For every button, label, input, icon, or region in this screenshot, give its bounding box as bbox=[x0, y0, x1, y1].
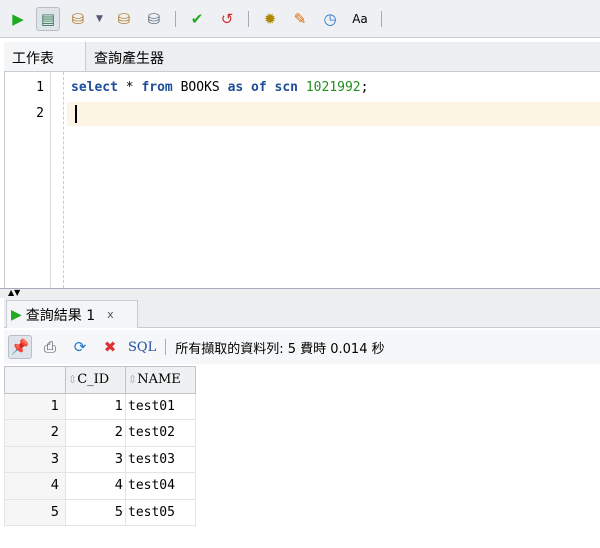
code-line: select * from BOOKS as of scn 1021992; bbox=[71, 80, 368, 95]
column-label: C_ID bbox=[77, 372, 110, 388]
row-number: 5 bbox=[4, 498, 66, 526]
column-header-c-id[interactable]: ⇳C_ID bbox=[65, 366, 126, 394]
fold-margin bbox=[63, 72, 64, 288]
fetch-status: 所有擷取的資料列: 5 費時 0.014 秒 bbox=[175, 341, 385, 357]
cell-name[interactable]: test05 bbox=[125, 498, 196, 526]
clear-icon[interactable]: ✎ bbox=[288, 7, 312, 31]
cell-c-id[interactable]: 1 bbox=[65, 392, 126, 420]
rollback-icon[interactable]: ↺ bbox=[215, 7, 239, 31]
column-label: NAME bbox=[137, 372, 181, 388]
sql-history-icon[interactable]: ✹ bbox=[258, 7, 282, 31]
cell-name[interactable]: test02 bbox=[125, 419, 196, 447]
grid-header: ⇳C_ID ⇳NAME bbox=[4, 366, 196, 394]
line-gutter: 1 2 bbox=[5, 72, 51, 288]
cancel-fetch-icon[interactable]: ✖ bbox=[98, 335, 122, 359]
row-number: 1 bbox=[4, 392, 66, 420]
sql-editor[interactable]: 1 2 select * from BOOKS as of scn 102199… bbox=[4, 72, 600, 288]
code-text: ; bbox=[360, 80, 369, 95]
keyword: select bbox=[71, 80, 118, 95]
row-number: 3 bbox=[4, 445, 66, 473]
cell-c-id[interactable]: 4 bbox=[65, 472, 126, 500]
result-tabs: ▶ 查詢結果 1 x bbox=[4, 298, 600, 328]
cell-name[interactable]: test04 bbox=[125, 472, 196, 500]
row-number: 2 bbox=[4, 419, 66, 447]
table-row[interactable]: 2 2 test02 bbox=[4, 419, 196, 447]
explain-plan-icon[interactable]: ⛁ bbox=[112, 7, 136, 31]
table-row[interactable]: 3 3 test03 bbox=[4, 445, 196, 473]
tab-worksheet[interactable]: 工作表 bbox=[4, 42, 86, 71]
code-text: * bbox=[117, 80, 142, 95]
current-line-highlight bbox=[67, 102, 600, 126]
pin-icon[interactable]: 📌 bbox=[8, 335, 32, 359]
column-header-name[interactable]: ⇳NAME bbox=[125, 366, 196, 394]
run-statement-icon[interactable]: ▶ bbox=[6, 7, 30, 31]
cell-name[interactable]: test03 bbox=[125, 445, 196, 473]
chevron-down-icon[interactable]: ▼ bbox=[96, 14, 106, 24]
sql-link[interactable]: SQL bbox=[128, 340, 156, 355]
number-literal: 1021992 bbox=[305, 80, 361, 95]
separator bbox=[248, 10, 249, 27]
autotrace-icon[interactable]: ⛁ bbox=[66, 7, 90, 31]
keyword: of bbox=[251, 80, 267, 95]
close-icon[interactable]: x bbox=[107, 308, 114, 321]
table-row[interactable]: 4 4 test04 bbox=[4, 472, 196, 500]
tab-query-builder[interactable]: 查詢產生器 bbox=[86, 42, 172, 71]
tab-query-result[interactable]: ▶ 查詢結果 1 x bbox=[6, 300, 138, 328]
splitter-handle[interactable]: ▲▼ bbox=[0, 288, 600, 298]
line-number: 2 bbox=[36, 106, 44, 121]
table-row[interactable]: 5 5 test05 bbox=[4, 498, 196, 526]
monitor-icon[interactable]: ◷ bbox=[318, 7, 342, 31]
keyword: from bbox=[141, 80, 173, 95]
cell-c-id[interactable]: 5 bbox=[65, 498, 126, 526]
main-toolbar: ▶ ▤ ⛁ ▼ ⛁ ⛁ ✔ ↺ ✹ ✎ ◷ Aa bbox=[0, 0, 600, 38]
result-grid: ⇳C_ID ⇳NAME 1 1 test01 2 2 test02 3 3 test03 4 4 te… bbox=[4, 366, 196, 526]
run-script-icon[interactable]: ▤ bbox=[36, 6, 60, 31]
keyword: scn bbox=[274, 80, 299, 95]
refresh-icon[interactable]: ⟳ bbox=[68, 335, 92, 359]
row-number: 4 bbox=[4, 472, 66, 500]
separator bbox=[165, 339, 167, 355]
sort-icon: ⇳ bbox=[128, 373, 138, 387]
sort-icon: ⇳ bbox=[68, 373, 78, 387]
corner-cell bbox=[4, 366, 66, 394]
cell-name[interactable]: test01 bbox=[125, 392, 196, 420]
run-icon: ▶ bbox=[11, 306, 22, 323]
table-row[interactable]: 1 1 test01 bbox=[4, 392, 196, 420]
text-caret bbox=[75, 105, 77, 123]
cell-c-id[interactable]: 3 bbox=[65, 445, 126, 473]
tab-label: 查詢結果 1 bbox=[25, 307, 96, 324]
editor-tabs: 工作表 查詢產生器 bbox=[4, 42, 600, 72]
line-number: 1 bbox=[36, 80, 44, 95]
sql-tuning-icon[interactable]: ⛁ bbox=[142, 7, 166, 31]
format-case-icon[interactable]: Aa bbox=[348, 7, 372, 31]
separator bbox=[381, 10, 382, 27]
cell-c-id[interactable]: 2 bbox=[65, 419, 126, 447]
separator bbox=[175, 10, 176, 27]
commit-icon[interactable]: ✔ bbox=[185, 7, 209, 31]
print-icon[interactable]: ⎙ bbox=[38, 335, 62, 359]
keyword: as bbox=[227, 80, 244, 95]
result-toolbar: 📌 ⎙ ⟳ ✖ SQL 所有擷取的資料列: 5 費時 0.014 秒 bbox=[4, 330, 600, 364]
code-text: BOOKS bbox=[172, 80, 228, 95]
